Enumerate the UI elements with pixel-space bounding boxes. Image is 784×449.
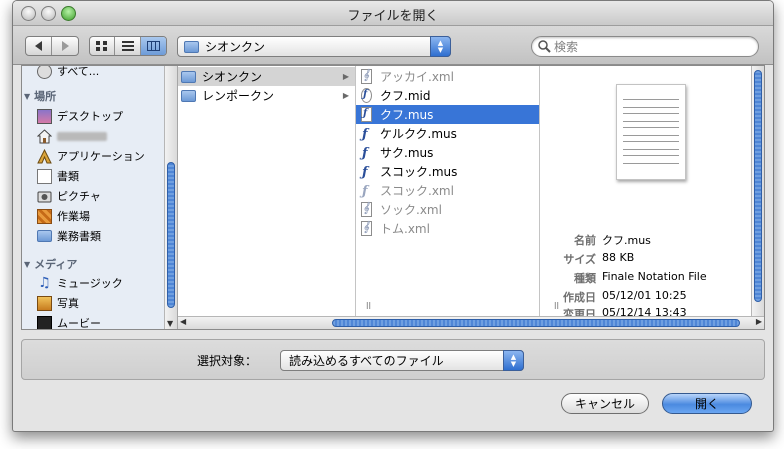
back-button[interactable]: [26, 37, 52, 55]
preview-scroll-thumb[interactable]: [754, 70, 762, 302]
music-icon: ♫: [38, 274, 51, 291]
back-forward-control: [25, 36, 79, 56]
sidebar-header-places[interactable]: ▼ 場所: [24, 87, 56, 105]
list-view-button[interactable]: [115, 37, 141, 55]
folder-column: シオンクン ▶ レンポークン ▶: [178, 66, 356, 316]
home-icon: [36, 128, 53, 144]
list-item: ƒ スコック.xml: [362, 183, 454, 199]
horizontal-scroll-thumb[interactable]: [332, 319, 740, 327]
path-popup-label: シオンクン: [205, 40, 266, 54]
column-view-button[interactable]: [140, 37, 166, 55]
sidebar-scrollbar[interactable]: ▼: [164, 66, 177, 329]
scroll-down-arrow-icon[interactable]: ▼: [167, 319, 173, 328]
clock-icon: [37, 66, 52, 79]
xml-file-icon: 𝄞: [360, 220, 374, 237]
folder-icon: [181, 70, 196, 83]
sidebar-header-media[interactable]: ▼ メディア: [24, 255, 77, 273]
pictures-icon: [37, 189, 52, 204]
back-arrow-icon: [35, 41, 42, 51]
score-preview-thumbnail: [616, 84, 686, 180]
finale-file-icon: ƒ: [362, 126, 368, 142]
applications-icon: [37, 148, 52, 164]
midi-file-icon: ƒ: [360, 87, 374, 104]
disclosure-triangle-icon: ▼: [24, 91, 31, 101]
search-field[interactable]: 検索: [531, 36, 759, 57]
disclosure-arrow-icon: ▶: [342, 91, 349, 100]
sidebar-item-desktop[interactable]: デスクトップ: [37, 107, 123, 125]
list-item: 𝄞 トム.xml: [356, 219, 539, 238]
file-type-filter-popup[interactable]: 読み込めるすべてのファイル ▲ ▼: [280, 350, 524, 371]
title-bar: ファイルを開く: [13, 1, 773, 26]
cancel-button[interactable]: キャンセル: [561, 393, 649, 414]
home-label-redacted: [57, 131, 107, 141]
column-view-icon: [146, 41, 160, 51]
forward-arrow-icon: [61, 41, 69, 51]
search-icon: [538, 40, 551, 53]
preview-scrollbar[interactable]: [751, 66, 764, 316]
photos-icon: [37, 295, 52, 311]
finale-file-icon: ƒ: [362, 164, 368, 180]
list-view-icon: [121, 41, 134, 51]
xml-file-icon: 𝄞: [360, 201, 374, 218]
forward-button[interactable]: [52, 37, 78, 55]
list-item: 𝄞 アッカイ.xml: [356, 67, 539, 86]
sidebar-item-pictures[interactable]: ピクチャ: [37, 187, 101, 205]
sidebar-scroll-thumb[interactable]: [167, 162, 175, 308]
window-title: ファイルを開く: [347, 9, 439, 24]
sidebar-item-workspace[interactable]: 作業場: [37, 207, 90, 225]
sidebar-item-documents[interactable]: 書類: [37, 167, 79, 185]
list-item[interactable]: ƒ スコック.mus: [356, 162, 539, 181]
column-resize-handle[interactable]: ll: [366, 302, 371, 312]
finale-file-icon: ƒ: [362, 145, 368, 161]
sidebar-item-business-docs[interactable]: 業務書類: [37, 227, 101, 245]
list-item[interactable]: ƒ クフ.mid: [356, 86, 539, 105]
folder-icon: [181, 89, 196, 102]
folder-icon: [184, 40, 199, 53]
file-browser: すべて... ▼ 場所 デスクトップ アプリケーション 書類 ピクチャ 作業場 …: [21, 65, 765, 330]
popup-arrows-icon: ▲ ▼: [503, 350, 524, 371]
sidebar-item-all[interactable]: すべて...: [37, 66, 99, 80]
movies-icon: [37, 315, 52, 329]
view-mode-control: [89, 36, 167, 56]
desktop-icon: [37, 108, 52, 124]
finale-file-icon: ƒ: [360, 106, 374, 123]
list-item: 𝄞 ソック.xml: [356, 200, 539, 219]
filter-popup-label: 読み込めるすべてのファイル: [289, 354, 444, 368]
open-file-dialog: ファイルを開く シオンクン ▲ ▼ 検索 すべて... ▼ 場所 デスクトップ …: [12, 0, 774, 432]
scroll-left-arrow-icon[interactable]: ◀: [180, 317, 186, 326]
sidebar: すべて... ▼ 場所 デスクトップ アプリケーション 書類 ピクチャ 作業場 …: [22, 66, 178, 329]
search-placeholder: 検索: [554, 40, 579, 54]
sidebar-item-home[interactable]: [36, 127, 107, 145]
disclosure-arrow-icon: ▶: [342, 72, 349, 81]
xml-file-icon: 𝄞: [360, 68, 374, 85]
icon-view-icon: [96, 41, 108, 51]
toolbar: シオンクン ▲ ▼ 検索: [13, 26, 773, 65]
file-column: 𝄞 アッカイ.xml ƒ クフ.mid ƒ クフ.mus ƒ ケルクク.mus …: [356, 66, 540, 316]
workspace-icon: [37, 208, 52, 224]
open-button[interactable]: 開く: [662, 393, 752, 414]
path-popup[interactable]: シオンクン ▲ ▼: [177, 36, 451, 57]
disclosure-triangle-icon: ▼: [24, 259, 31, 269]
folder-icon: [37, 230, 52, 242]
popup-arrows-icon: ▲ ▼: [430, 36, 451, 57]
list-item[interactable]: レンポークン ▶: [178, 86, 355, 105]
filter-panel: 選択対象： 読み込めるすべてのファイル ▲ ▼: [21, 339, 765, 380]
sidebar-item-applications[interactable]: アプリケーション: [37, 147, 145, 165]
icon-view-button[interactable]: [90, 37, 116, 55]
horizontal-scrollbar[interactable]: ◀ ▶: [178, 316, 764, 329]
list-item[interactable]: ƒ ケルクク.mus: [356, 124, 539, 143]
sidebar-item-photos[interactable]: 写真: [37, 294, 79, 312]
xml-file-icon: ƒ: [362, 183, 368, 199]
sidebar-item-music[interactable]: ♫ ミュージック: [37, 274, 123, 292]
preview-column: ll 名前 クフ.mus サイズ 88 KB 種類 Finale Notatio…: [540, 66, 764, 316]
documents-icon: [37, 168, 52, 184]
list-item[interactable]: ƒ サク.mus: [356, 143, 539, 162]
scroll-right-arrow-icon[interactable]: ▶: [756, 317, 762, 326]
list-item[interactable]: ƒ クフ.mus: [356, 105, 539, 124]
sidebar-item-movies[interactable]: ムービー: [37, 314, 101, 329]
list-item[interactable]: シオンクン ▶: [178, 67, 355, 86]
filter-label: 選択対象：: [197, 354, 258, 368]
